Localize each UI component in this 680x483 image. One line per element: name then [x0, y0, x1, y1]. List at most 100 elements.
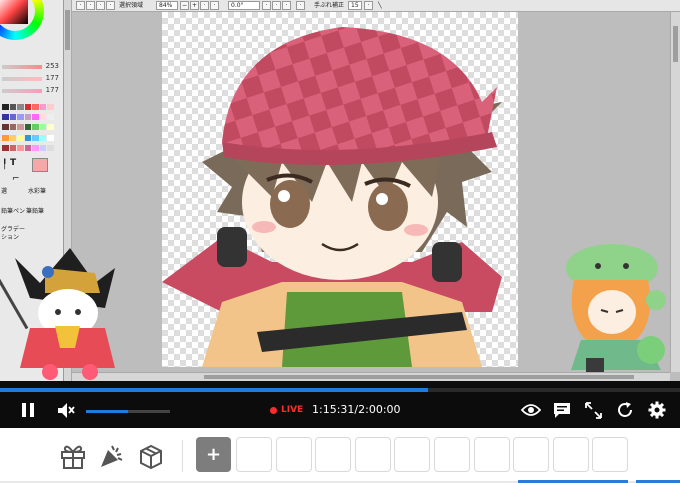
tool-button: ·: [262, 1, 271, 10]
stabilizer-label: 手ぶれ補正: [314, 2, 345, 9]
add-item-button[interactable]: +: [196, 437, 231, 472]
volume-fill: [86, 410, 128, 413]
color-swatch: [32, 134, 39, 141]
color-swatch: [9, 114, 17, 121]
color-swatch: [9, 124, 17, 131]
color-swatch: [17, 104, 24, 110]
color-swatch: [2, 134, 9, 141]
time-display: 1:15:31/2:00:00: [312, 403, 401, 416]
color-swatch: [2, 104, 9, 110]
stream-video[interactable]: 253 177 177 ╿ T ⌐ 選 水彩筆 鉛筆ペン 筆鉛筆 グラデー ショ…: [0, 0, 680, 381]
gift-bar-divider: [182, 440, 183, 472]
color-swatch: [47, 134, 54, 141]
color-slider-g: 177: [2, 74, 60, 83]
live-label: LIVE: [281, 405, 304, 415]
canvas-vertical-scrollbar: [670, 12, 680, 372]
color-swatch: [9, 104, 17, 110]
tool-button: ·: [272, 1, 281, 10]
brush-label: 筆鉛筆: [26, 208, 45, 215]
volume-slider[interactable]: [86, 410, 170, 413]
slider-value: 253: [45, 62, 59, 70]
tool-button: ·: [364, 1, 373, 10]
tool-button: ·: [210, 1, 219, 10]
item-slot[interactable]: [592, 437, 629, 472]
gift-icon[interactable]: [59, 442, 87, 470]
tool-button: ·: [200, 1, 209, 10]
item-slot[interactable]: [434, 437, 470, 472]
color-swatch: [17, 144, 24, 151]
color-swatch: [32, 124, 39, 131]
item-slot[interactable]: [354, 437, 391, 472]
item-slot[interactable]: [236, 437, 272, 472]
item-slot[interactable]: [513, 437, 550, 472]
stream-viewer: 253 177 177 ╿ T ⌐ 選 水彩筆 鉛筆ペン 筆鉛筆 グラデー ショ…: [0, 0, 680, 483]
mute-icon[interactable]: [57, 402, 75, 419]
reload-icon[interactable]: [616, 401, 634, 419]
color-swatch: [47, 114, 54, 121]
color-swatch: [47, 124, 54, 131]
tool-button: ·: [106, 1, 115, 10]
brush-label: 鉛筆ペン: [1, 208, 26, 215]
color-swatch: [2, 124, 9, 131]
zoom-out-button: −: [180, 1, 189, 10]
item-slot[interactable]: [552, 437, 589, 472]
color-swatch: [39, 124, 47, 131]
playback-progress-bar[interactable]: [0, 388, 680, 392]
color-swatch: [47, 144, 54, 151]
stabilizer-field: 15: [348, 1, 362, 10]
character-stamp-right: [566, 244, 666, 372]
comment-icon[interactable]: [553, 402, 571, 420]
zoom-field: 84%: [156, 1, 178, 10]
color-swatch: [39, 134, 47, 141]
rotation-field: 0.0°: [228, 1, 260, 10]
brush-label: 選: [1, 188, 8, 195]
color-swatch: [2, 144, 9, 151]
color-swatch: [24, 144, 32, 151]
color-swatch: [24, 134, 32, 141]
item-slot[interactable]: [275, 437, 312, 472]
color-swatch: [17, 134, 24, 141]
color-swatch: [17, 114, 24, 121]
play-pause-icon[interactable]: [19, 401, 37, 419]
color-slider-b: 177: [2, 86, 60, 95]
color-swatch: [32, 114, 39, 121]
settings-icon[interactable]: [648, 401, 666, 419]
current-color-swatch: [32, 158, 48, 172]
item-slot[interactable]: [473, 437, 510, 472]
player-controls: LIVE 1:15:31/2:00:00: [0, 381, 680, 428]
color-swatch: [24, 124, 32, 131]
live-dot-icon: [270, 406, 277, 414]
character-stamp-left: [0, 248, 115, 380]
character-illustration: [162, 27, 502, 367]
tool-button: ·: [96, 1, 105, 10]
color-swatch: [39, 114, 47, 121]
item-slot[interactable]: [315, 437, 352, 472]
drawing-canvas: [162, 12, 518, 367]
color-swatch: [32, 144, 39, 151]
brush-label: 水彩筆: [28, 188, 47, 195]
color-swatch: [24, 114, 32, 121]
color-swatch: [17, 124, 24, 131]
color-swatch: [39, 104, 47, 110]
color-swatch: [39, 144, 47, 151]
tool-button: ·: [296, 1, 305, 10]
color-swatches: [2, 104, 54, 154]
paint-toolbar: · · · · 選択領域 84% − + · · 0.0° · · · · 手ぶ…: [72, 0, 680, 12]
color-swatch: [2, 114, 9, 121]
tool-button: ·: [86, 1, 95, 10]
slider-value: 177: [45, 74, 59, 82]
eye-icon[interactable]: [521, 403, 541, 417]
color-swatch: [47, 104, 54, 110]
color-swatch: [9, 134, 17, 141]
color-swatch: [24, 104, 32, 110]
eyedropper-icon: ⌐: [12, 174, 20, 184]
celebrate-icon[interactable]: [98, 442, 126, 470]
gift-box-icon[interactable]: [137, 442, 165, 470]
item-slot[interactable]: [394, 437, 431, 472]
tool-button: ·: [282, 1, 291, 10]
selection-label: 選択領域: [119, 2, 144, 9]
text-tool-icon: T: [10, 158, 17, 168]
zoom-in-button: +: [190, 1, 199, 10]
slider-value: 177: [45, 86, 59, 94]
fullscreen-icon[interactable]: [585, 402, 602, 419]
